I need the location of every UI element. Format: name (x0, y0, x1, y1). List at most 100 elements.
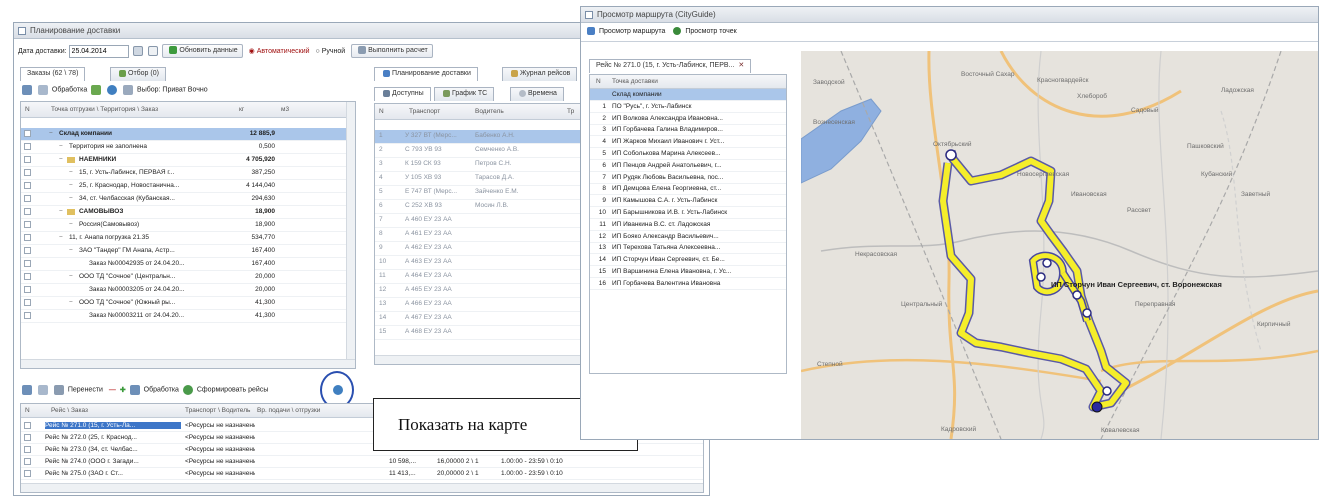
orders-view-select[interactable]: Выбор: Приват Вочно (137, 87, 208, 94)
add-icon[interactable]: ✚ (120, 387, 126, 394)
orders-row[interactable]: Заказ №00003211 от 24.04.20... 41,300 (21, 310, 346, 323)
row-checkbox[interactable] (24, 470, 31, 477)
row-checkbox[interactable] (24, 247, 31, 254)
orders-row[interactable]: − ЗАО "Тандер" ГМ Анапа, Астр... 167,400 (21, 245, 346, 258)
vehicle-row[interactable]: 13 А 466 ЕУ 23 АА (375, 298, 583, 312)
row-checkbox[interactable] (24, 130, 31, 137)
col-n[interactable]: N (25, 106, 30, 113)
route-row[interactable]: Рейс № 275.0 (ЗАО г. Ст... <Ресурсы не на… (21, 468, 703, 480)
arrow-down-icon[interactable] (91, 85, 102, 95)
col-tr[interactable]: Тр (567, 108, 574, 115)
tab-orders[interactable]: Заказы (62 \ 78) (20, 67, 86, 81)
tab-route[interactable]: Рейс № 271.0 (15, г. Усть-Лабинск, ПЕРВ.… (589, 59, 752, 73)
calendar-icon[interactable] (132, 46, 143, 57)
vehicle-row[interactable]: 11 А 464 ЕУ 23 АА (375, 270, 583, 284)
orders-row[interactable]: − Склад компании 12 885,9 (21, 128, 346, 141)
refresh-data-button[interactable]: Обновить данные (162, 44, 243, 59)
tab-times[interactable]: Времена (510, 87, 564, 101)
expand-icon[interactable]: − (69, 273, 73, 280)
delivery-point-row[interactable]: 7 ИП Рудяк Любовь Васильевна, пос... (590, 172, 786, 184)
col-route[interactable]: Рейс \ Заказ (51, 407, 88, 414)
col-route-time[interactable]: Вр. подачи \ отгрузки (257, 407, 320, 414)
orders-grid-hscroll[interactable] (21, 359, 355, 368)
tab-routes-journal[interactable]: Журнал рейсов (502, 67, 578, 81)
routes-grid-hscroll[interactable] (21, 483, 703, 492)
row-checkbox[interactable] (24, 182, 31, 189)
vehicles-grid-hscroll[interactable] (375, 355, 583, 364)
vehicle-row[interactable]: 4 У 105 ХВ 93 Тарасов Д.А. (375, 172, 583, 186)
remove-icon[interactable]: — (109, 387, 116, 394)
row-checkbox[interactable] (24, 434, 31, 441)
row-checkbox[interactable] (24, 422, 31, 429)
vehicle-row[interactable]: 3 К 159 СК 93 Петров С.Н. (375, 158, 583, 172)
expand-icon[interactable]: − (69, 169, 73, 176)
delivery-point-row[interactable]: Склад компании (590, 89, 786, 101)
row-checkbox[interactable] (24, 208, 31, 215)
vehicle-row[interactable]: 9 А 462 ЕУ 23 АА (375, 242, 583, 256)
orders-grid-vscroll[interactable] (346, 102, 355, 368)
vehicle-row[interactable]: 10 А 463 ЕУ 23 АА (375, 256, 583, 270)
delivery-point-row[interactable]: 13 ИП Терехова Татьяна Алексеевна... (590, 242, 786, 255)
route-view-button[interactable]: Просмотр маршрута (599, 28, 665, 35)
col-point-n[interactable]: N (596, 78, 601, 85)
copy-icon[interactable] (37, 385, 48, 395)
map-view[interactable]: Заводской Восточный Сахар Красногвардейск Х… (801, 51, 1318, 439)
vehicle-row[interactable]: 8 А 461 ЕУ 23 АА (375, 228, 583, 242)
grid-icon[interactable] (22, 85, 32, 95)
col-driver[interactable]: Водитель (475, 108, 504, 115)
delivery-point-row[interactable]: 6 ИП Пенцов Андрей Анатольевич, г... (590, 160, 786, 172)
transfer-menu[interactable]: Перенести (68, 387, 103, 394)
row-checkbox[interactable] (24, 312, 31, 319)
expand-icon[interactable]: − (49, 130, 53, 137)
delivery-point-row[interactable]: 1 ПО "Русь", г. Усть-Лабинск (590, 101, 786, 113)
copy-icon[interactable] (37, 85, 48, 95)
grid-icon[interactable] (22, 385, 32, 395)
table-icon[interactable] (123, 85, 134, 95)
col-transport[interactable]: Транспорт (409, 108, 440, 115)
orders-row[interactable]: − ООО ТД "Сочное" (Южный ры... 41,300 (21, 297, 346, 310)
expand-icon[interactable]: − (59, 208, 63, 215)
orders-process-menu[interactable]: Обработка (52, 87, 87, 94)
vehicle-row[interactable]: 12 А 465 ЕУ 23 АА (375, 284, 583, 298)
expand-icon[interactable]: − (69, 299, 73, 306)
expand-icon[interactable]: − (59, 143, 63, 150)
col-point[interactable]: Точка отгрузки \ Территория \ Заказ (51, 106, 158, 113)
close-tab-icon[interactable]: ✕ (738, 62, 744, 69)
calculate-button[interactable]: Выполнить расчет (351, 44, 433, 59)
vehicle-row[interactable]: 6 С 252 ХВ 93 Мосин Л.В. (375, 200, 583, 214)
form-routes-button[interactable]: Сформировать рейсы (197, 387, 269, 394)
col-route-transport[interactable]: Транспорт \ Водитель (185, 407, 250, 414)
orders-row[interactable]: −25, г. Краснодар, Новостанична... 4 144,… (21, 180, 346, 193)
row-checkbox[interactable] (24, 446, 31, 453)
vehicle-row[interactable]: 5 Е 747 ВТ (Мерс... Зайченко Е.М. (375, 186, 583, 200)
clear-icon[interactable] (148, 46, 159, 57)
delivery-point-row[interactable]: 11 ИП Иванкина В.С. ст. Ладожская (590, 219, 786, 231)
delivery-point-row[interactable]: 15 ИП Варшинина Елена Ивановна, г. Ус... (590, 266, 786, 278)
expand-icon[interactable]: − (59, 156, 63, 163)
globe-icon[interactable] (107, 85, 118, 95)
row-checkbox[interactable] (24, 143, 31, 150)
col-kg[interactable]: кг (239, 106, 244, 113)
orders-row[interactable]: − Территория не заполнена 0,500 (21, 141, 346, 154)
delivery-point-row[interactable]: 10 ИП Барышникова И.В. г. Усть-Лабинск (590, 207, 786, 219)
tab-vehicle-schedule[interactable]: График ТС (434, 87, 495, 101)
tab-delivery-planning[interactable]: Планирование доставки (374, 67, 478, 81)
vehicle-row[interactable]: 7 А 460 ЕУ 23 АА (375, 214, 583, 228)
delivery-point-row[interactable]: 2 ИП Волкова Александра Ивановна... (590, 113, 786, 125)
expand-icon[interactable]: − (69, 247, 73, 254)
row-checkbox[interactable] (24, 260, 31, 267)
vehicle-row[interactable]: 14 А 467 ЕУ 23 АА (375, 312, 583, 326)
route-row[interactable]: Рейс № 274.0 (ООО г. Загади... <Ресурсы н… (21, 456, 703, 468)
orders-row[interactable]: −34, ст. Челбасская (Кубанская... 294,630 (21, 193, 346, 206)
orders-row[interactable]: − Россия(Самовывоз) 18,900 (21, 219, 346, 232)
col-vehicle-n[interactable]: N (379, 108, 384, 115)
map-canvas[interactable] (801, 51, 1318, 439)
routes-process-menu[interactable]: Обработка (144, 387, 179, 394)
orders-row[interactable]: −11, г. Анапа погрузка 21.35 534,770 (21, 232, 346, 245)
orders-row[interactable]: − САМОВЫВОЗ 18,900 (21, 206, 346, 219)
row-checkbox[interactable] (24, 458, 31, 465)
vehicle-row[interactable]: 1 У 327 ВТ (Мерс... Бабенко А.Н. (375, 130, 583, 144)
vehicle-row[interactable]: 15 А 468 ЕУ 23 АА (375, 326, 583, 340)
orders-row[interactable]: −15, г. Усть-Лабинск, ПЕРВАЯ г... 387,250 (21, 167, 346, 180)
orders-row[interactable]: Заказ №00042935 от 24.04.20... 167,400 (21, 258, 346, 271)
